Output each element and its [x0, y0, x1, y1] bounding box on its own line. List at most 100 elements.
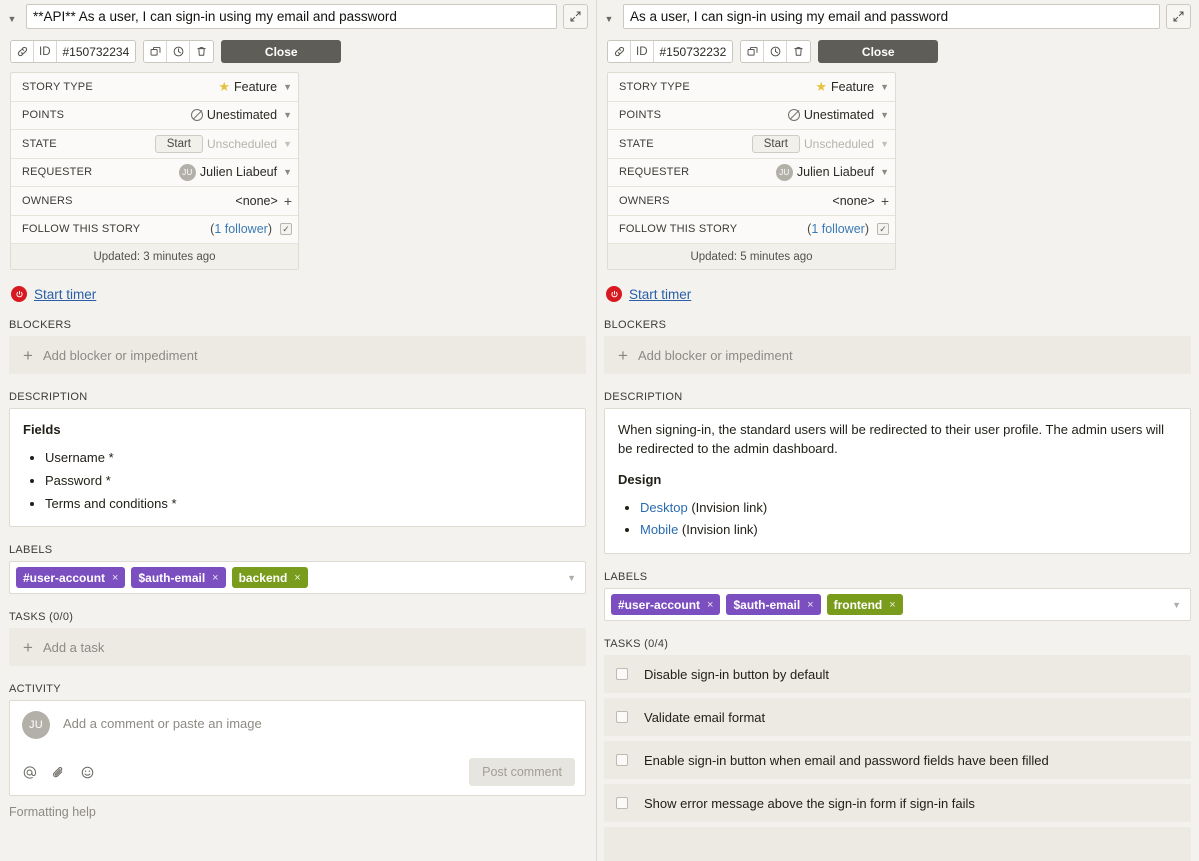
copy-link-button[interactable]	[608, 41, 631, 62]
blockers-section-title: BLOCKERS	[9, 319, 596, 331]
start-story-button[interactable]: Start	[752, 135, 800, 153]
story-type-label: STORY TYPE	[22, 81, 93, 93]
owners-value-group: <none> +	[832, 194, 889, 208]
task-checkbox[interactable]	[616, 797, 628, 809]
attribute-row-requester[interactable]: REQUESTER JU Julien Liabeuf ▼	[11, 159, 298, 188]
description-list: Username * Password * Terms and conditio…	[23, 449, 572, 514]
start-story-button[interactable]: Start	[155, 135, 203, 153]
start-timer-row[interactable]: Start timer	[11, 286, 596, 302]
labels-dropdown-icon[interactable]: ▼	[1172, 600, 1181, 610]
labels-box[interactable]: #user-account × $auth-email × backend × …	[9, 561, 586, 594]
attribute-row-story-type[interactable]: STORY TYPE ★ Feature ▼	[11, 73, 298, 102]
chevron-down-icon[interactable]: ▼	[283, 167, 292, 177]
chevron-down-icon[interactable]: ▼	[283, 139, 292, 149]
add-blocker-row[interactable]: + Add blocker or impediment	[604, 336, 1191, 374]
delete-story-button[interactable]	[787, 41, 810, 62]
comment-input[interactable]: Add a comment or paste an image	[63, 711, 262, 731]
delete-story-button[interactable]	[190, 41, 213, 62]
task-row[interactable]: Disable sign-in button by default	[604, 655, 1191, 693]
story-title-input[interactable]: **API** As a user, I can sign-in using m…	[26, 4, 557, 29]
task-row[interactable]: Enable sign-in button when email and pas…	[604, 741, 1191, 779]
clock-history-icon	[769, 45, 782, 58]
post-comment-button[interactable]: Post comment	[469, 758, 575, 786]
chevron-down-icon[interactable]: ▼	[880, 82, 889, 92]
copy-link-button[interactable]	[11, 41, 34, 62]
chevron-down-icon[interactable]: ▼	[880, 167, 889, 177]
labels-box[interactable]: #user-account × $auth-email × frontend ×…	[604, 588, 1191, 621]
mention-icon[interactable]	[22, 765, 37, 780]
start-timer-row[interactable]: Start timer	[606, 286, 1199, 302]
attribute-row-points[interactable]: POINTS Unestimated ▼	[608, 102, 895, 131]
remove-label-icon[interactable]: ×	[707, 599, 713, 611]
chevron-down-icon[interactable]: ▼	[880, 139, 889, 149]
close-story-button[interactable]: Close	[818, 40, 938, 63]
remove-label-icon[interactable]: ×	[112, 572, 118, 584]
add-owner-button[interactable]: +	[284, 194, 292, 208]
labels-dropdown-icon[interactable]: ▼	[567, 573, 576, 583]
mobile-invision-link[interactable]: Mobile	[640, 522, 678, 537]
add-owner-button[interactable]: +	[881, 194, 889, 208]
story-history-button[interactable]	[764, 41, 787, 62]
blockers-section-title: BLOCKERS	[604, 319, 1199, 331]
state-label: STATE	[619, 138, 654, 150]
list-item: Mobile (Invision link)	[640, 521, 1177, 540]
attach-file-icon[interactable]	[51, 765, 66, 780]
task-row-partial[interactable]	[604, 827, 1191, 861]
label-chip[interactable]: frontend ×	[827, 594, 903, 615]
label-chip[interactable]: #user-account ×	[16, 567, 125, 588]
close-story-button[interactable]: Close	[221, 40, 341, 63]
expand-story-button[interactable]	[1166, 4, 1191, 29]
task-label: Show error message above the sign-in for…	[644, 796, 975, 811]
avatar: JU	[22, 711, 50, 739]
label-chip[interactable]: backend ×	[232, 567, 308, 588]
tasks-section-title: TASKS (0/0)	[9, 611, 596, 623]
duplicate-story-button[interactable]	[144, 41, 167, 62]
attribute-row-requester[interactable]: REQUESTER JU Julien Liabeuf ▼	[608, 159, 895, 188]
follow-checkbox[interactable]: ✓	[877, 223, 889, 235]
collapse-caret-icon[interactable]: ▼	[4, 4, 20, 32]
description-box[interactable]: When signing-in, the standard users will…	[604, 408, 1191, 554]
task-checkbox[interactable]	[616, 711, 628, 723]
chevron-down-icon[interactable]: ▼	[283, 82, 292, 92]
desktop-invision-link[interactable]: Desktop	[640, 500, 688, 515]
add-blocker-row[interactable]: + Add blocker or impediment	[9, 336, 586, 374]
description-box[interactable]: Fields Username * Password * Terms and c…	[9, 408, 586, 527]
story-id-value[interactable]: #150732232	[654, 41, 733, 62]
duplicate-story-button[interactable]	[741, 41, 764, 62]
remove-label-icon[interactable]: ×	[807, 599, 813, 611]
add-task-row[interactable]: + Add a task	[9, 628, 586, 666]
remove-label-icon[interactable]: ×	[212, 572, 218, 584]
attribute-row-points[interactable]: POINTS Unestimated ▼	[11, 102, 298, 131]
followers-link[interactable]: 1 follower	[811, 222, 865, 236]
formatting-help-link[interactable]: Formatting help	[9, 805, 596, 819]
story-history-button[interactable]	[167, 41, 190, 62]
story-title-input[interactable]: As a user, I can sign-in using my email …	[623, 4, 1160, 29]
remove-label-icon[interactable]: ×	[294, 572, 300, 584]
emoji-icon[interactable]	[80, 765, 95, 780]
task-row[interactable]: Validate email format	[604, 698, 1191, 736]
title-row-right: ▼ As a user, I can sign-in using my emai…	[597, 0, 1199, 32]
label-chip-text: frontend	[834, 598, 883, 612]
follow-checkbox[interactable]: ✓	[280, 223, 292, 235]
collapse-caret-icon[interactable]: ▼	[601, 4, 617, 32]
task-checkbox[interactable]	[616, 668, 628, 680]
owners-value-group: <none> +	[235, 194, 292, 208]
attribute-row-story-type[interactable]: STORY TYPE ★ Feature ▼	[608, 73, 895, 102]
requester-value-group: JU Julien Liabeuf ▼	[179, 164, 292, 181]
comment-box[interactable]: JU Add a comment or paste an image	[9, 700, 586, 796]
comment-icon-group	[22, 765, 95, 780]
label-chip[interactable]: $auth-email ×	[726, 594, 820, 615]
remove-label-icon[interactable]: ×	[889, 599, 895, 611]
task-row[interactable]: Show error message above the sign-in for…	[604, 784, 1191, 822]
task-checkbox[interactable]	[616, 754, 628, 766]
followers-link[interactable]: 1 follower	[214, 222, 268, 236]
expand-story-button[interactable]	[563, 4, 588, 29]
start-timer-link[interactable]: Start timer	[629, 287, 691, 302]
label-chip[interactable]: #user-account ×	[611, 594, 720, 615]
story-toolbar-left: ID #150732234	[0, 32, 596, 63]
chevron-down-icon[interactable]: ▼	[283, 110, 292, 120]
chevron-down-icon[interactable]: ▼	[880, 110, 889, 120]
start-timer-link[interactable]: Start timer	[34, 287, 96, 302]
label-chip[interactable]: $auth-email ×	[131, 567, 225, 588]
story-id-value[interactable]: #150732234	[57, 41, 136, 62]
